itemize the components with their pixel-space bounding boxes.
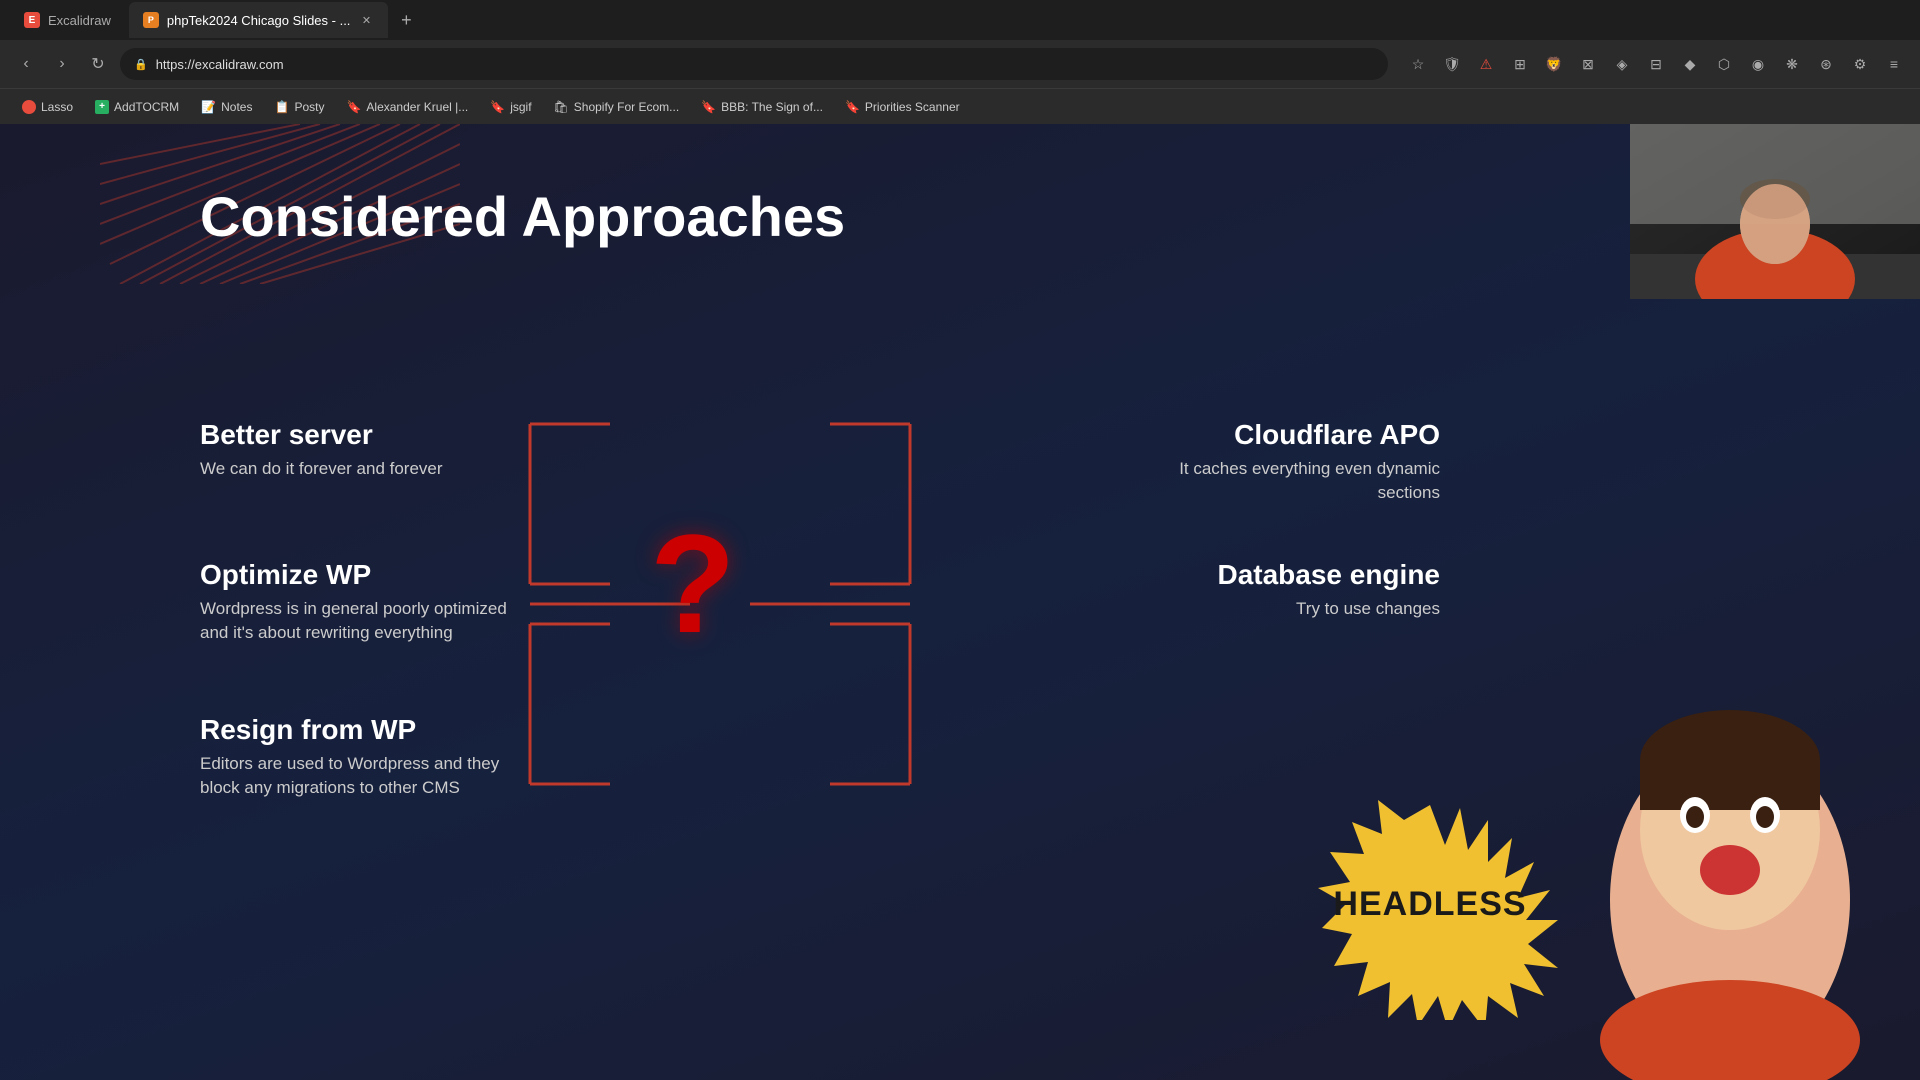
address-text: https://excalidraw.com bbox=[156, 57, 284, 72]
extension-icon-4[interactable]: ⊟ bbox=[1642, 50, 1670, 78]
bookmark-addtocrm-icon: + bbox=[95, 100, 109, 114]
bookmark-jsgif[interactable]: 🔖 jsgif bbox=[480, 96, 541, 118]
bookmark-lasso[interactable]: Lasso bbox=[12, 96, 83, 118]
bookmark-priorities-icon: 🔖 bbox=[845, 100, 860, 114]
tab-excalidraw[interactable]: E Excalidraw bbox=[10, 2, 125, 38]
forward-button[interactable]: › bbox=[48, 50, 76, 78]
bookmark-notes-label: Notes bbox=[221, 100, 252, 114]
bookmark-alexander-label: Alexander Kruel |... bbox=[366, 100, 468, 114]
extension-icon-9[interactable]: ⊛ bbox=[1812, 50, 1840, 78]
extension-icon-5[interactable]: ◆ bbox=[1676, 50, 1704, 78]
bookmark-posty-label: Posty bbox=[294, 100, 324, 114]
card-better-server: Better server We can do it forever and f… bbox=[200, 419, 480, 481]
extension-puzzle-icon[interactable]: ⊞ bbox=[1506, 50, 1534, 78]
address-bar-row: ‹ › ↻ 🔒 https://excalidraw.com ☆ 🛡 ⚠ ⊞ 🦁… bbox=[0, 40, 1920, 88]
bookmark-bbb-label: BBB: The Sign of... bbox=[721, 100, 823, 114]
question-mark: ? bbox=[650, 514, 736, 654]
bookmark-star-button[interactable]: ☆ bbox=[1404, 50, 1432, 78]
new-tab-button[interactable]: + bbox=[392, 6, 420, 34]
address-bar[interactable]: 🔒 https://excalidraw.com bbox=[120, 48, 1388, 80]
tab-phptek-label: phpTek2024 Chicago Slides - ... bbox=[167, 13, 351, 28]
extension-icon-3[interactable]: ◈ bbox=[1608, 50, 1636, 78]
bookmark-priorities-label: Priorities Scanner bbox=[865, 100, 960, 114]
bookmark-jsgif-icon: 🔖 bbox=[490, 100, 505, 114]
bookmark-alexander-icon: 🔖 bbox=[346, 100, 361, 114]
card-database-engine-title: Database engine bbox=[1130, 559, 1440, 591]
svg-text:HEADLESS: HEADLESS bbox=[1333, 885, 1526, 923]
forward-icon: › bbox=[59, 55, 64, 73]
shield-icon: 🛡 bbox=[1438, 50, 1466, 78]
extension-icon-2[interactable]: ⊠ bbox=[1574, 50, 1602, 78]
menu-button[interactable]: ≡ bbox=[1880, 50, 1908, 78]
bookmark-notes-icon: 📝 bbox=[201, 100, 216, 114]
reload-icon: ↻ bbox=[91, 54, 104, 74]
main-content: Considered Approaches Better server We c… bbox=[0, 124, 1920, 1080]
card-resign-wp: Resign from WP Editors are used to Wordp… bbox=[200, 714, 530, 800]
webcam-overlay bbox=[1630, 124, 1920, 299]
tab-phptek[interactable]: P phpTek2024 Chicago Slides - ... ✕ bbox=[129, 2, 389, 38]
bookmark-shopify-icon: 🛍 bbox=[554, 100, 569, 114]
bookmark-shopify-label: Shopify For Ecom... bbox=[574, 100, 679, 114]
card-resign-wp-desc: Editors are used to Wordpress and they b… bbox=[200, 752, 530, 800]
bookmark-lasso-label: Lasso bbox=[41, 100, 73, 114]
bookmark-jsgif-label: jsgif bbox=[510, 100, 531, 114]
back-button[interactable]: ‹ bbox=[12, 50, 40, 78]
card-optimize-wp-title: Optimize WP bbox=[200, 559, 510, 591]
card-resign-wp-title: Resign from WP bbox=[200, 714, 530, 746]
card-optimize-wp-desc: Wordpress is in general poorly optimized… bbox=[200, 597, 510, 645]
headless-sticker: HEADLESS bbox=[1290, 800, 1570, 1020]
tab-excalidraw-icon: E bbox=[24, 12, 40, 28]
bookmark-addtocrm[interactable]: + AddTOCRM bbox=[85, 96, 189, 118]
card-better-server-title: Better server bbox=[200, 419, 480, 451]
person-cutout bbox=[1570, 700, 1890, 1080]
settings-icon[interactable]: ⚙ bbox=[1846, 50, 1874, 78]
extension-icon-8[interactable]: ❋ bbox=[1778, 50, 1806, 78]
card-cloudflare: Cloudflare APO It caches everything even… bbox=[1130, 419, 1440, 505]
browser-chrome: E Excalidraw P phpTek2024 Chicago Slides… bbox=[0, 0, 1920, 124]
card-database-engine: Database engine Try to use changes bbox=[1130, 559, 1440, 621]
card-cloudflare-title: Cloudflare APO bbox=[1130, 419, 1440, 451]
card-optimize-wp: Optimize WP Wordpress is in general poor… bbox=[200, 559, 510, 645]
bookmark-bbb[interactable]: 🔖 BBB: The Sign of... bbox=[691, 96, 833, 118]
bookmark-shopify[interactable]: 🛍 Shopify For Ecom... bbox=[544, 96, 690, 118]
tab-close-button[interactable]: ✕ bbox=[358, 12, 374, 28]
card-better-server-desc: We can do it forever and forever bbox=[200, 457, 480, 481]
card-database-engine-desc: Try to use changes bbox=[1130, 597, 1440, 621]
tab-bar: E Excalidraw P phpTek2024 Chicago Slides… bbox=[0, 0, 1920, 40]
tab-excalidraw-label: Excalidraw bbox=[48, 13, 111, 28]
reload-button[interactable]: ↻ bbox=[84, 50, 112, 78]
bookmark-addtocrm-label: AddTOCRM bbox=[114, 100, 179, 114]
bookmark-alexander[interactable]: 🔖 Alexander Kruel |... bbox=[336, 96, 478, 118]
bookmark-priorities[interactable]: 🔖 Priorities Scanner bbox=[835, 96, 970, 118]
bookmark-bbb-icon: 🔖 bbox=[701, 100, 716, 114]
brave-lion-icon: 🦁 bbox=[1540, 50, 1568, 78]
browser-actions: ☆ 🛡 ⚠ ⊞ 🦁 ⊠ ◈ ⊟ ◆ ⬡ ◉ ❋ ⊛ ⚙ ≡ bbox=[1404, 50, 1908, 78]
extension-icon-6[interactable]: ⬡ bbox=[1710, 50, 1738, 78]
extension-icon-7[interactable]: ◉ bbox=[1744, 50, 1772, 78]
bookmark-lasso-icon bbox=[22, 100, 36, 114]
bookmarks-bar: Lasso + AddTOCRM 📝 Notes 📋 Posty 🔖 Alexa… bbox=[0, 88, 1920, 124]
back-icon: ‹ bbox=[23, 55, 28, 73]
lock-icon: 🔒 bbox=[134, 58, 148, 71]
tab-phptek-icon: P bbox=[143, 12, 159, 28]
card-cloudflare-desc: It caches everything even dynamic sectio… bbox=[1130, 457, 1440, 505]
bookmark-posty-icon: 📋 bbox=[274, 100, 289, 114]
warning-icon[interactable]: ⚠ bbox=[1472, 50, 1500, 78]
bookmark-notes[interactable]: 📝 Notes bbox=[191, 96, 262, 118]
webcam-feed bbox=[1630, 124, 1920, 299]
bookmark-posty[interactable]: 📋 Posty bbox=[264, 96, 334, 118]
slide-title: Considered Approaches bbox=[200, 184, 845, 249]
